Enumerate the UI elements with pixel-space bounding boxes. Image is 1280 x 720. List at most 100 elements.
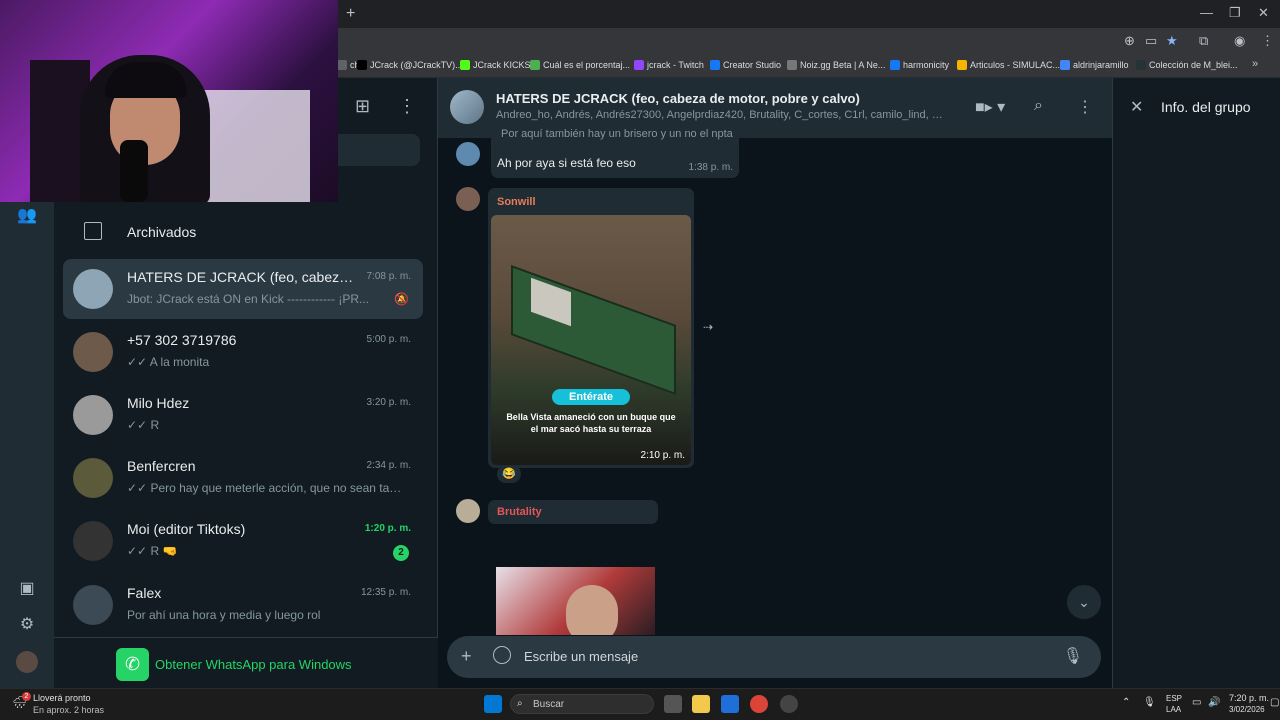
weather-badge: 2 xyxy=(22,692,31,701)
chat-avatar xyxy=(73,585,113,625)
message-composer[interactable]: + Escribe un mensaje 🎙 xyxy=(447,636,1101,678)
chat-item[interactable]: Benfercren 2:34 p. m. ✓✓ Pero hay que me… xyxy=(63,448,423,508)
microphone-icon[interactable]: 🎙 xyxy=(1063,646,1083,666)
extensions-icon[interactable]: ⧉ xyxy=(1199,33,1208,49)
bookmark-favicon-icon xyxy=(337,60,347,70)
sender-avatar[interactable] xyxy=(456,142,480,166)
sender-avatar[interactable] xyxy=(456,499,480,523)
weather-subtitle: En aprox. 2 horas xyxy=(33,705,105,715)
message-input[interactable]: Escribe un mensaje xyxy=(524,649,638,664)
message-bubble[interactable]: Por aquí también hay un brisero y un no … xyxy=(491,126,739,178)
group-info-pane xyxy=(1112,78,1280,688)
bookmark-item[interactable]: JCrack (@JCrackTV)... xyxy=(357,60,463,70)
star-icon[interactable]: ★ xyxy=(1166,33,1178,49)
message-time: 2:10 p. m. xyxy=(640,450,685,461)
mail-icon[interactable] xyxy=(721,695,739,713)
chat-avatar xyxy=(73,458,113,498)
video-call-icon[interactable]: ■▸ ▾ xyxy=(975,97,1005,117)
image-badge: Entérate xyxy=(552,389,630,405)
bookmark-favicon-icon xyxy=(530,60,540,70)
get-app-banner[interactable]: ✆ Obtener WhatsApp para Windows xyxy=(54,637,438,688)
sender-avatar[interactable] xyxy=(456,187,480,211)
message-video-thumbnail[interactable] xyxy=(496,567,655,635)
cast-icon[interactable]: ▭ xyxy=(1145,33,1157,49)
settings-icon[interactable]: ⚙ xyxy=(16,614,38,636)
weather-title[interactable]: Lloverá pronto xyxy=(33,693,91,703)
new-chat-icon[interactable]: ⊞ xyxy=(355,96,370,117)
bookmark-item[interactable]: Creator Studio xyxy=(710,60,781,70)
chat-preview: ✓✓ R 🤜 xyxy=(127,544,178,558)
forward-icon[interactable]: ⇢ xyxy=(703,320,713,334)
profile-icon[interactable]: ◉ xyxy=(1234,33,1245,49)
chat-preview: Jbot: JCrack está ON en Kick -----------… xyxy=(127,292,370,306)
bookmark-favicon-icon xyxy=(1136,60,1146,70)
chat-time: 2:34 p. m. xyxy=(366,460,411,471)
group-title[interactable]: HATERS DE JCRACK (feo, cabeza de motor, … xyxy=(496,91,860,106)
clock-time[interactable]: 7:20 p. m. xyxy=(1229,693,1269,703)
taskbar-search[interactable]: ⌕ Buscar xyxy=(510,694,654,714)
avatar[interactable] xyxy=(16,651,38,673)
restore-icon[interactable]: ❐ xyxy=(1229,5,1241,21)
bookmark-label: Articulos - SIMULAC... xyxy=(970,60,1061,70)
bookmark-item[interactable]: JCrack KICKS xyxy=(460,60,531,70)
conversation-menu-icon[interactable]: ⋮ xyxy=(1077,97,1093,117)
start-icon[interactable] xyxy=(484,695,502,713)
chat-list-menu-icon[interactable]: ⋮ xyxy=(398,96,416,117)
file-explorer-icon[interactable] xyxy=(692,695,710,713)
message-text: Ah por aya si está feo eso xyxy=(497,156,636,170)
chat-avatar xyxy=(73,395,113,435)
chat-item[interactable]: Moi (editor Tiktoks) 1:20 p. m. ✓✓ R 🤜 2 xyxy=(63,511,423,571)
close-icon[interactable]: ✕ xyxy=(1130,97,1143,117)
archived-label: Archivados xyxy=(127,224,197,240)
scroll-down-button[interactable]: ⌄ xyxy=(1067,585,1101,619)
close-window-icon[interactable]: ✕ xyxy=(1258,5,1269,21)
task-view-icon[interactable] xyxy=(664,695,682,713)
chrome-icon[interactable] xyxy=(750,695,768,713)
language-line1[interactable]: ESP xyxy=(1166,694,1182,703)
bookmark-item[interactable]: aldrinjaramillo xyxy=(1060,60,1129,70)
communities-icon[interactable]: 👥 xyxy=(16,205,38,227)
microphone-tray-icon[interactable]: 🎙 xyxy=(1143,697,1156,708)
bookmark-label: Colección de M_blei... xyxy=(1149,60,1238,70)
search-icon[interactable]: ⌕ xyxy=(1034,97,1043,115)
media-icon[interactable]: ▣ xyxy=(16,578,38,600)
message-image[interactable]: Entérate Bella Vista amaneció con un buq… xyxy=(491,215,691,465)
reaction-emoji[interactable]: 😂 xyxy=(497,465,521,483)
webcam-overlay xyxy=(0,0,338,202)
chat-item[interactable]: Milo Hdez 3:20 p. m. ✓✓ R xyxy=(63,385,423,445)
archived-row[interactable]: Archivados xyxy=(54,212,438,252)
app-icon[interactable] xyxy=(780,695,798,713)
network-icon[interactable]: ▭ xyxy=(1192,697,1201,708)
bookmark-favicon-icon xyxy=(460,60,470,70)
bookmark-item[interactable]: jcrack - Twitch xyxy=(634,60,704,70)
bookmark-label: Creator Studio xyxy=(723,60,782,70)
notifications-icon[interactable]: ▢ xyxy=(1270,697,1279,708)
chat-item[interactable]: HATERS DE JCRACK (feo, cabeza de ... 7:0… xyxy=(63,259,423,319)
emoji-icon[interactable] xyxy=(493,646,511,664)
zoom-icon[interactable]: ⊕ xyxy=(1124,33,1135,49)
bookmark-item[interactable]: Cuál es el porcentaj... xyxy=(530,60,630,70)
attach-icon[interactable]: + xyxy=(461,646,472,667)
sender-name[interactable]: Sonwill xyxy=(497,196,536,208)
tray-chevron-icon[interactable]: ⌃ xyxy=(1122,697,1130,708)
volume-icon[interactable]: 🔊 xyxy=(1208,697,1220,708)
sender-name[interactable]: Brutality xyxy=(497,506,542,518)
new-tab-button[interactable]: + xyxy=(346,5,355,23)
get-app-label: Obtener WhatsApp para Windows xyxy=(155,657,352,672)
minimize-icon[interactable]: — xyxy=(1200,5,1213,20)
group-avatar[interactable] xyxy=(450,90,484,124)
menu-icon[interactable]: ⋮ xyxy=(1261,33,1274,49)
bookmark-item[interactable]: harmonicity xyxy=(890,60,949,70)
muted-icon: 🔕 xyxy=(394,292,409,306)
bookmark-favicon-icon xyxy=(890,60,900,70)
more-bookmarks-icon[interactable]: » xyxy=(1252,58,1258,70)
chat-item[interactable]: Falex 12:35 p. m. Por ahí una hora y med… xyxy=(63,575,423,635)
chat-avatar xyxy=(73,332,113,372)
chat-item[interactable]: +57 302 3719786 5:00 p. m. ✓✓ A la monit… xyxy=(63,322,423,382)
bookmark-item[interactable]: Noiz.gg Beta | A Ne... xyxy=(787,60,885,70)
video-face-shape xyxy=(566,585,618,635)
bookmark-item[interactable]: Colección de M_blei... xyxy=(1136,60,1238,70)
chat-time: 1:20 p. m. xyxy=(364,523,411,534)
bookmark-item[interactable]: Articulos - SIMULAC... xyxy=(957,60,1060,70)
search-input[interactable] xyxy=(338,134,420,166)
